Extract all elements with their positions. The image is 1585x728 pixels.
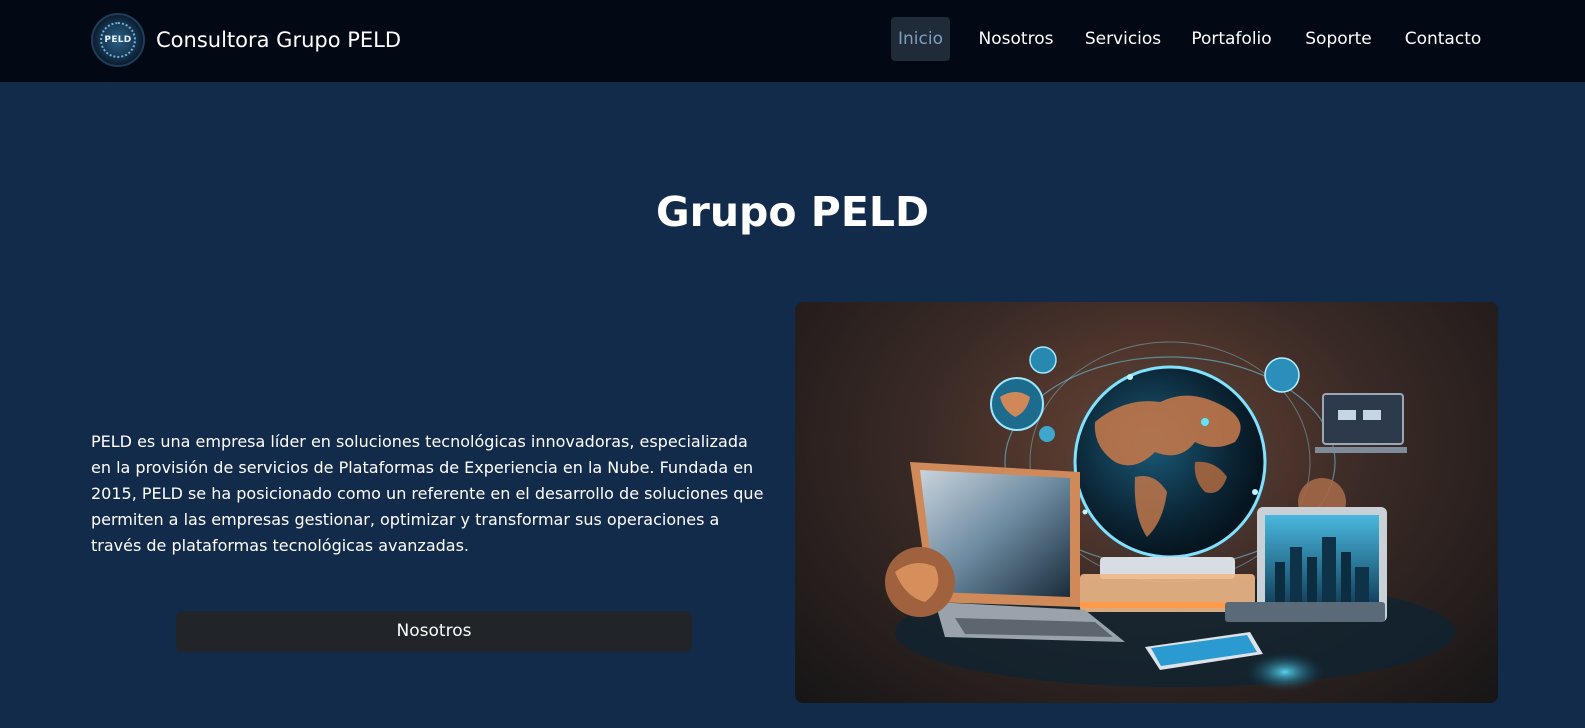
nav-item-nosotros[interactable]: Nosotros (971, 17, 1061, 61)
hero-title: Grupo PELD (655, 188, 930, 236)
nav-item-soporte[interactable]: Soporte (1298, 17, 1379, 61)
nav-item-contacto[interactable]: Contacto (1400, 17, 1486, 61)
nosotros-button[interactable]: Nosotros (176, 611, 692, 652)
nav-item-portafolio[interactable]: Portafolio (1186, 17, 1277, 61)
nav-item-inicio[interactable]: Inicio (891, 17, 950, 61)
brand-logo: PELD (91, 13, 145, 67)
hero-description: PELD es una empresa líder en soluciones … (91, 432, 764, 555)
brand[interactable]: PELD Consultora Grupo PELD (91, 13, 401, 67)
hero-image (795, 302, 1498, 703)
tech-illustration (885, 341, 1455, 692)
brand-name: Consultora Grupo PELD (156, 28, 402, 52)
logo-text: PELD (104, 35, 132, 45)
navbar: PELD Consultora Grupo PELD Inicio Nosotr… (0, 0, 1585, 82)
nav-item-servicios[interactable]: Servicios (1082, 17, 1164, 61)
